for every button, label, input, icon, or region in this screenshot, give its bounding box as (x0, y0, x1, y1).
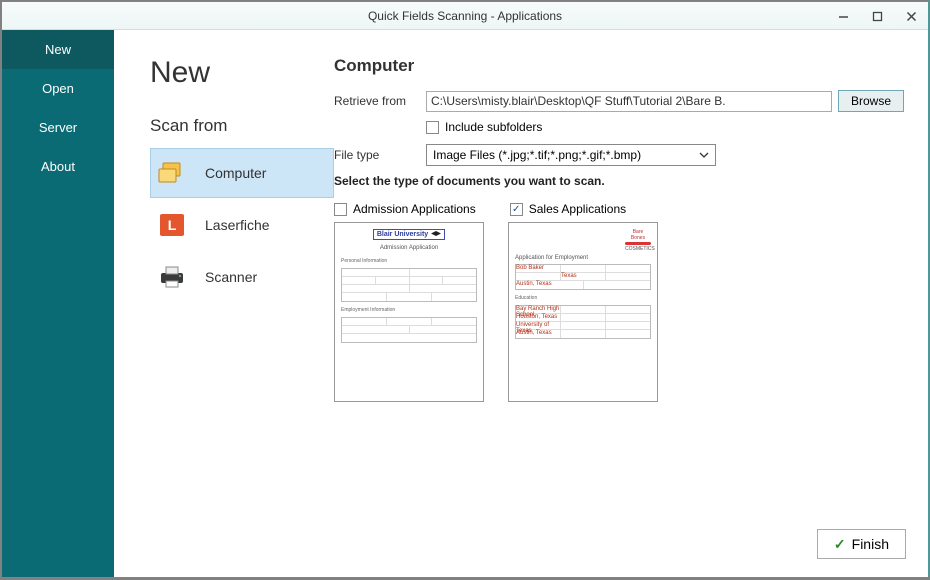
section-label: Employment Information (341, 307, 477, 313)
sidebar-item-label: Server (39, 120, 77, 135)
thumb-cell: Bob Baker (516, 265, 561, 272)
sidebar: New Open Server About (2, 30, 114, 577)
panel-heading: Computer (334, 56, 904, 76)
finish-button[interactable]: ✓ Finish (817, 529, 906, 559)
thumbnail-admission[interactable]: Blair University Admission Application P… (334, 222, 484, 402)
scan-source-computer[interactable]: Computer (150, 148, 334, 198)
school-name: Blair University (377, 231, 428, 238)
sidebar-item-server[interactable]: Server (2, 108, 114, 147)
grad-cap-icon (431, 231, 441, 238)
doc-type-label: Sales Applications (529, 202, 626, 216)
sidebar-item-open[interactable]: Open (2, 69, 114, 108)
check-icon: ✓ (834, 536, 846, 553)
sidebar-item-label: Open (42, 81, 74, 96)
select-docs-label: Select the type of documents you want to… (334, 174, 904, 188)
form-grid (341, 268, 477, 302)
scan-source-label: Computer (205, 165, 266, 181)
doc-type-sales[interactable]: ✓ Sales Applications (510, 202, 626, 216)
titlebar: Quick Fields Scanning - Applications (2, 2, 928, 30)
sidebar-item-new[interactable]: New (2, 30, 114, 69)
section-label: Education (515, 295, 651, 301)
form-grid: Bob Baker Texas Austin, Texas (515, 264, 651, 290)
chevron-down-icon (697, 148, 711, 162)
retrieve-path-input[interactable] (426, 91, 832, 112)
filetype-select[interactable]: Image Files (*.jpg;*.tif;*.png;*.gif;*.b… (426, 144, 716, 166)
admission-checkbox[interactable] (334, 203, 347, 216)
doc-type-admission[interactable]: Admission Applications (334, 202, 476, 216)
printer-icon (155, 263, 189, 291)
section-label: Personal Information (341, 258, 477, 264)
doc-type-choices: Admission Applications ✓ Sales Applicati… (334, 202, 904, 216)
window-title: Quick Fields Scanning - Applications (368, 9, 562, 23)
maximize-button[interactable] (860, 2, 894, 30)
thumb-cell: Austin, Texas (516, 281, 584, 289)
thumb-cell: Austin, Texas (516, 330, 561, 338)
body: New Open Server About New Scan from (2, 30, 928, 577)
thumb-cell: University of Texas (516, 322, 561, 329)
laserfiche-icon: L (155, 211, 189, 239)
scan-from-heading: Scan from (150, 116, 334, 136)
scan-source-label: Laserfiche (205, 217, 270, 233)
filetype-row: File type Image Files (*.jpg;*.tif;*.png… (334, 144, 904, 166)
thumb-cell: Bay Ranch High School (516, 306, 561, 313)
right-column: Computer Retrieve from Browse Include su… (334, 30, 928, 577)
filetype-label: File type (334, 148, 426, 162)
sales-checkbox[interactable]: ✓ (510, 203, 523, 216)
thumbnail-title: Application for Employment (515, 255, 651, 261)
finish-label: Finish (852, 536, 889, 552)
window-controls (826, 2, 928, 30)
retrieve-row: Retrieve from Browse (334, 90, 904, 112)
folders-icon (155, 159, 189, 187)
scan-source-label: Scanner (205, 269, 257, 285)
thumb-cell: Texas (561, 273, 606, 280)
include-subfolders-row: Include subfolders (426, 120, 904, 134)
include-subfolders-checkbox[interactable] (426, 121, 439, 134)
sidebar-item-about[interactable]: About (2, 147, 114, 186)
scan-source-scanner[interactable]: Scanner (150, 252, 334, 302)
retrieve-label: Retrieve from (334, 94, 426, 108)
thumbnail-title: Admission Application (341, 245, 477, 251)
brand-logo: Bare Bones COSMETICS (625, 229, 651, 252)
thumb-cell: Houston, Texas (516, 314, 561, 321)
sidebar-item-label: New (45, 42, 71, 57)
thumbnail-header: Blair University (373, 229, 445, 240)
scan-source-list: Computer L Laserfiche (150, 148, 334, 302)
include-subfolders-label: Include subfolders (445, 120, 542, 134)
window: Quick Fields Scanning - Applications New… (1, 1, 929, 578)
browse-button[interactable]: Browse (838, 90, 904, 112)
filetype-value: Image Files (*.jpg;*.tif;*.png;*.gif;*.b… (433, 148, 641, 162)
doc-type-label: Admission Applications (353, 202, 476, 216)
sidebar-item-label: About (41, 159, 75, 174)
thumbnails: Blair University Admission Application P… (334, 222, 904, 402)
minimize-button[interactable] (826, 2, 860, 30)
thumbnail-sales[interactable]: Bare Bones COSMETICS Application for Emp… (508, 222, 658, 402)
form-grid (341, 317, 477, 343)
content: New Scan from Computer (114, 30, 928, 577)
brand-text: COSMETICS (625, 246, 651, 252)
left-column: New Scan from Computer (114, 30, 334, 577)
form-grid: Bay Ranch High School Houston, Texas Uni… (515, 305, 651, 339)
scan-source-laserfiche[interactable]: L Laserfiche (150, 200, 334, 250)
page-heading: New (150, 56, 334, 90)
close-button[interactable] (894, 2, 928, 30)
svg-text:L: L (168, 217, 177, 233)
